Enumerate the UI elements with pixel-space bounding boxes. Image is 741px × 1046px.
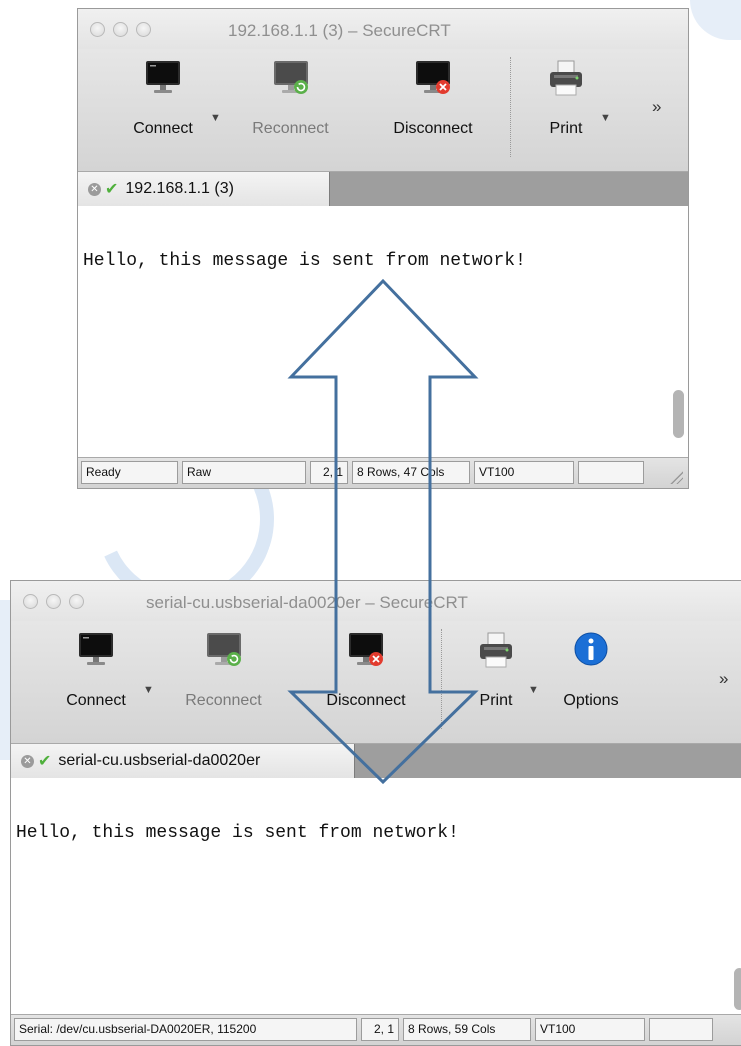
status-extra xyxy=(578,461,644,484)
terminal-line: Hello, this message is sent from network… xyxy=(16,823,459,843)
print-button[interactable]: Print xyxy=(456,621,536,736)
disconnect-label: Disconnect xyxy=(326,692,406,709)
info-icon xyxy=(574,632,608,666)
tab-label: serial-cu.usbserial-da0020er xyxy=(58,752,261,769)
status-size: 8 Rows, 47 Cols xyxy=(352,461,470,484)
connect-button[interactable]: Connect xyxy=(41,621,151,736)
monitor-reconnect-icon xyxy=(206,633,241,666)
session-tab[interactable]: ✕ ✔ 192.168.1.1 (3) xyxy=(78,172,330,206)
tab-close-icon[interactable]: ✕ xyxy=(88,182,101,196)
monitor-disconnect-icon xyxy=(349,633,383,666)
connect-dropdown-arrow[interactable]: ▼ xyxy=(143,684,154,696)
session-tab[interactable]: ✕ ✔ serial-cu.usbserial-da0020er xyxy=(11,744,355,778)
toolbar-overflow-button[interactable]: » xyxy=(719,669,728,689)
status-state: Serial: /dev/cu.usbserial-DA0020ER, 1152… xyxy=(14,1018,357,1041)
window-title: serial-cu.usbserial-da0020er – SecureCRT xyxy=(146,593,468,612)
minimize-window-button[interactable] xyxy=(113,22,128,37)
zoom-window-button[interactable] xyxy=(69,594,84,609)
status-cursor: 2, 1 xyxy=(361,1018,399,1041)
status-mode: Raw xyxy=(182,461,306,484)
securecrt-window-serial: serial-cu.usbserial-da0020er – SecureCRT… xyxy=(10,580,741,1046)
print-label: Print xyxy=(549,120,583,137)
tab-close-icon[interactable]: ✕ xyxy=(21,754,34,768)
title-bar[interactable]: 192.168.1.1 (3) – SecureCRT xyxy=(78,9,688,49)
options-label: Options xyxy=(563,692,619,709)
connected-check-icon: ✔ xyxy=(38,753,52,770)
watermark-corner xyxy=(690,0,741,40)
print-button[interactable]: Print xyxy=(526,49,606,164)
printer-icon xyxy=(550,60,582,96)
reconnect-button[interactable]: Reconnect xyxy=(228,49,353,164)
status-state: Ready xyxy=(81,461,178,484)
zoom-window-button[interactable] xyxy=(136,22,151,37)
connect-label: Connect xyxy=(66,692,126,709)
printer-icon xyxy=(480,632,512,668)
toolbar: Connect ▼ Reconnect Disconnect xyxy=(78,49,688,172)
connect-dropdown-arrow[interactable]: ▼ xyxy=(210,112,221,124)
minimize-window-button[interactable] xyxy=(46,594,61,609)
print-label: Print xyxy=(479,692,513,709)
status-bar: Ready Raw 2, 1 8 Rows, 47 Cols VT100 xyxy=(78,457,688,488)
status-bar: Serial: /dev/cu.usbserial-DA0020ER, 1152… xyxy=(11,1014,741,1045)
reconnect-label: Reconnect xyxy=(252,120,329,137)
status-extra xyxy=(649,1018,713,1041)
window-title: 192.168.1.1 (3) – SecureCRT xyxy=(228,21,451,40)
disconnect-button[interactable]: Disconnect xyxy=(301,621,431,736)
toolbar-separator xyxy=(510,57,511,157)
monitor-disconnect-icon xyxy=(416,61,450,94)
disconnect-label: Disconnect xyxy=(393,120,473,137)
title-bar[interactable]: serial-cu.usbserial-da0020er – SecureCRT xyxy=(11,581,741,621)
terminal-line: Hello, this message is sent from network… xyxy=(83,251,526,271)
toolbar: Connect ▼ Reconnect Disconnect xyxy=(11,621,741,744)
resize-grip[interactable] xyxy=(669,470,683,484)
print-dropdown-arrow[interactable]: ▼ xyxy=(528,684,539,696)
monitor-icon xyxy=(146,61,180,93)
status-emulation: VT100 xyxy=(535,1018,645,1041)
window-controls xyxy=(23,594,84,609)
close-window-button[interactable] xyxy=(23,594,38,609)
tab-bar: ✕ ✔ 192.168.1.1 (3) xyxy=(78,172,688,206)
tab-label: 192.168.1.1 (3) xyxy=(125,180,234,197)
options-button[interactable]: Options xyxy=(546,621,636,736)
securecrt-window-network: 192.168.1.1 (3) – SecureCRT Connect ▼ Re… xyxy=(77,8,689,489)
reconnect-label: Reconnect xyxy=(185,692,262,709)
terminal-area[interactable]: Hello, this message is sent from network… xyxy=(11,778,741,1017)
connect-label: Connect xyxy=(133,120,193,137)
tab-bar: ✕ ✔ serial-cu.usbserial-da0020er xyxy=(11,744,741,778)
terminal-area[interactable]: Hello, this message is sent from network… xyxy=(78,206,688,451)
disconnect-button[interactable]: Disconnect xyxy=(368,49,498,164)
monitor-reconnect-icon xyxy=(273,61,308,94)
connected-check-icon: ✔ xyxy=(105,181,119,198)
toolbar-overflow-button[interactable]: » xyxy=(652,97,661,117)
toolbar-separator xyxy=(441,629,442,729)
terminal-scrollbar[interactable] xyxy=(673,390,684,438)
status-emulation: VT100 xyxy=(474,461,574,484)
reconnect-button[interactable]: Reconnect xyxy=(161,621,286,736)
connect-button[interactable]: Connect xyxy=(108,49,218,164)
status-size: 8 Rows, 59 Cols xyxy=(403,1018,531,1041)
terminal-scrollbar[interactable] xyxy=(734,968,741,1010)
close-window-button[interactable] xyxy=(90,22,105,37)
window-controls xyxy=(90,22,151,37)
print-dropdown-arrow[interactable]: ▼ xyxy=(600,112,611,124)
status-cursor: 2, 1 xyxy=(310,461,348,484)
monitor-icon xyxy=(79,633,113,665)
